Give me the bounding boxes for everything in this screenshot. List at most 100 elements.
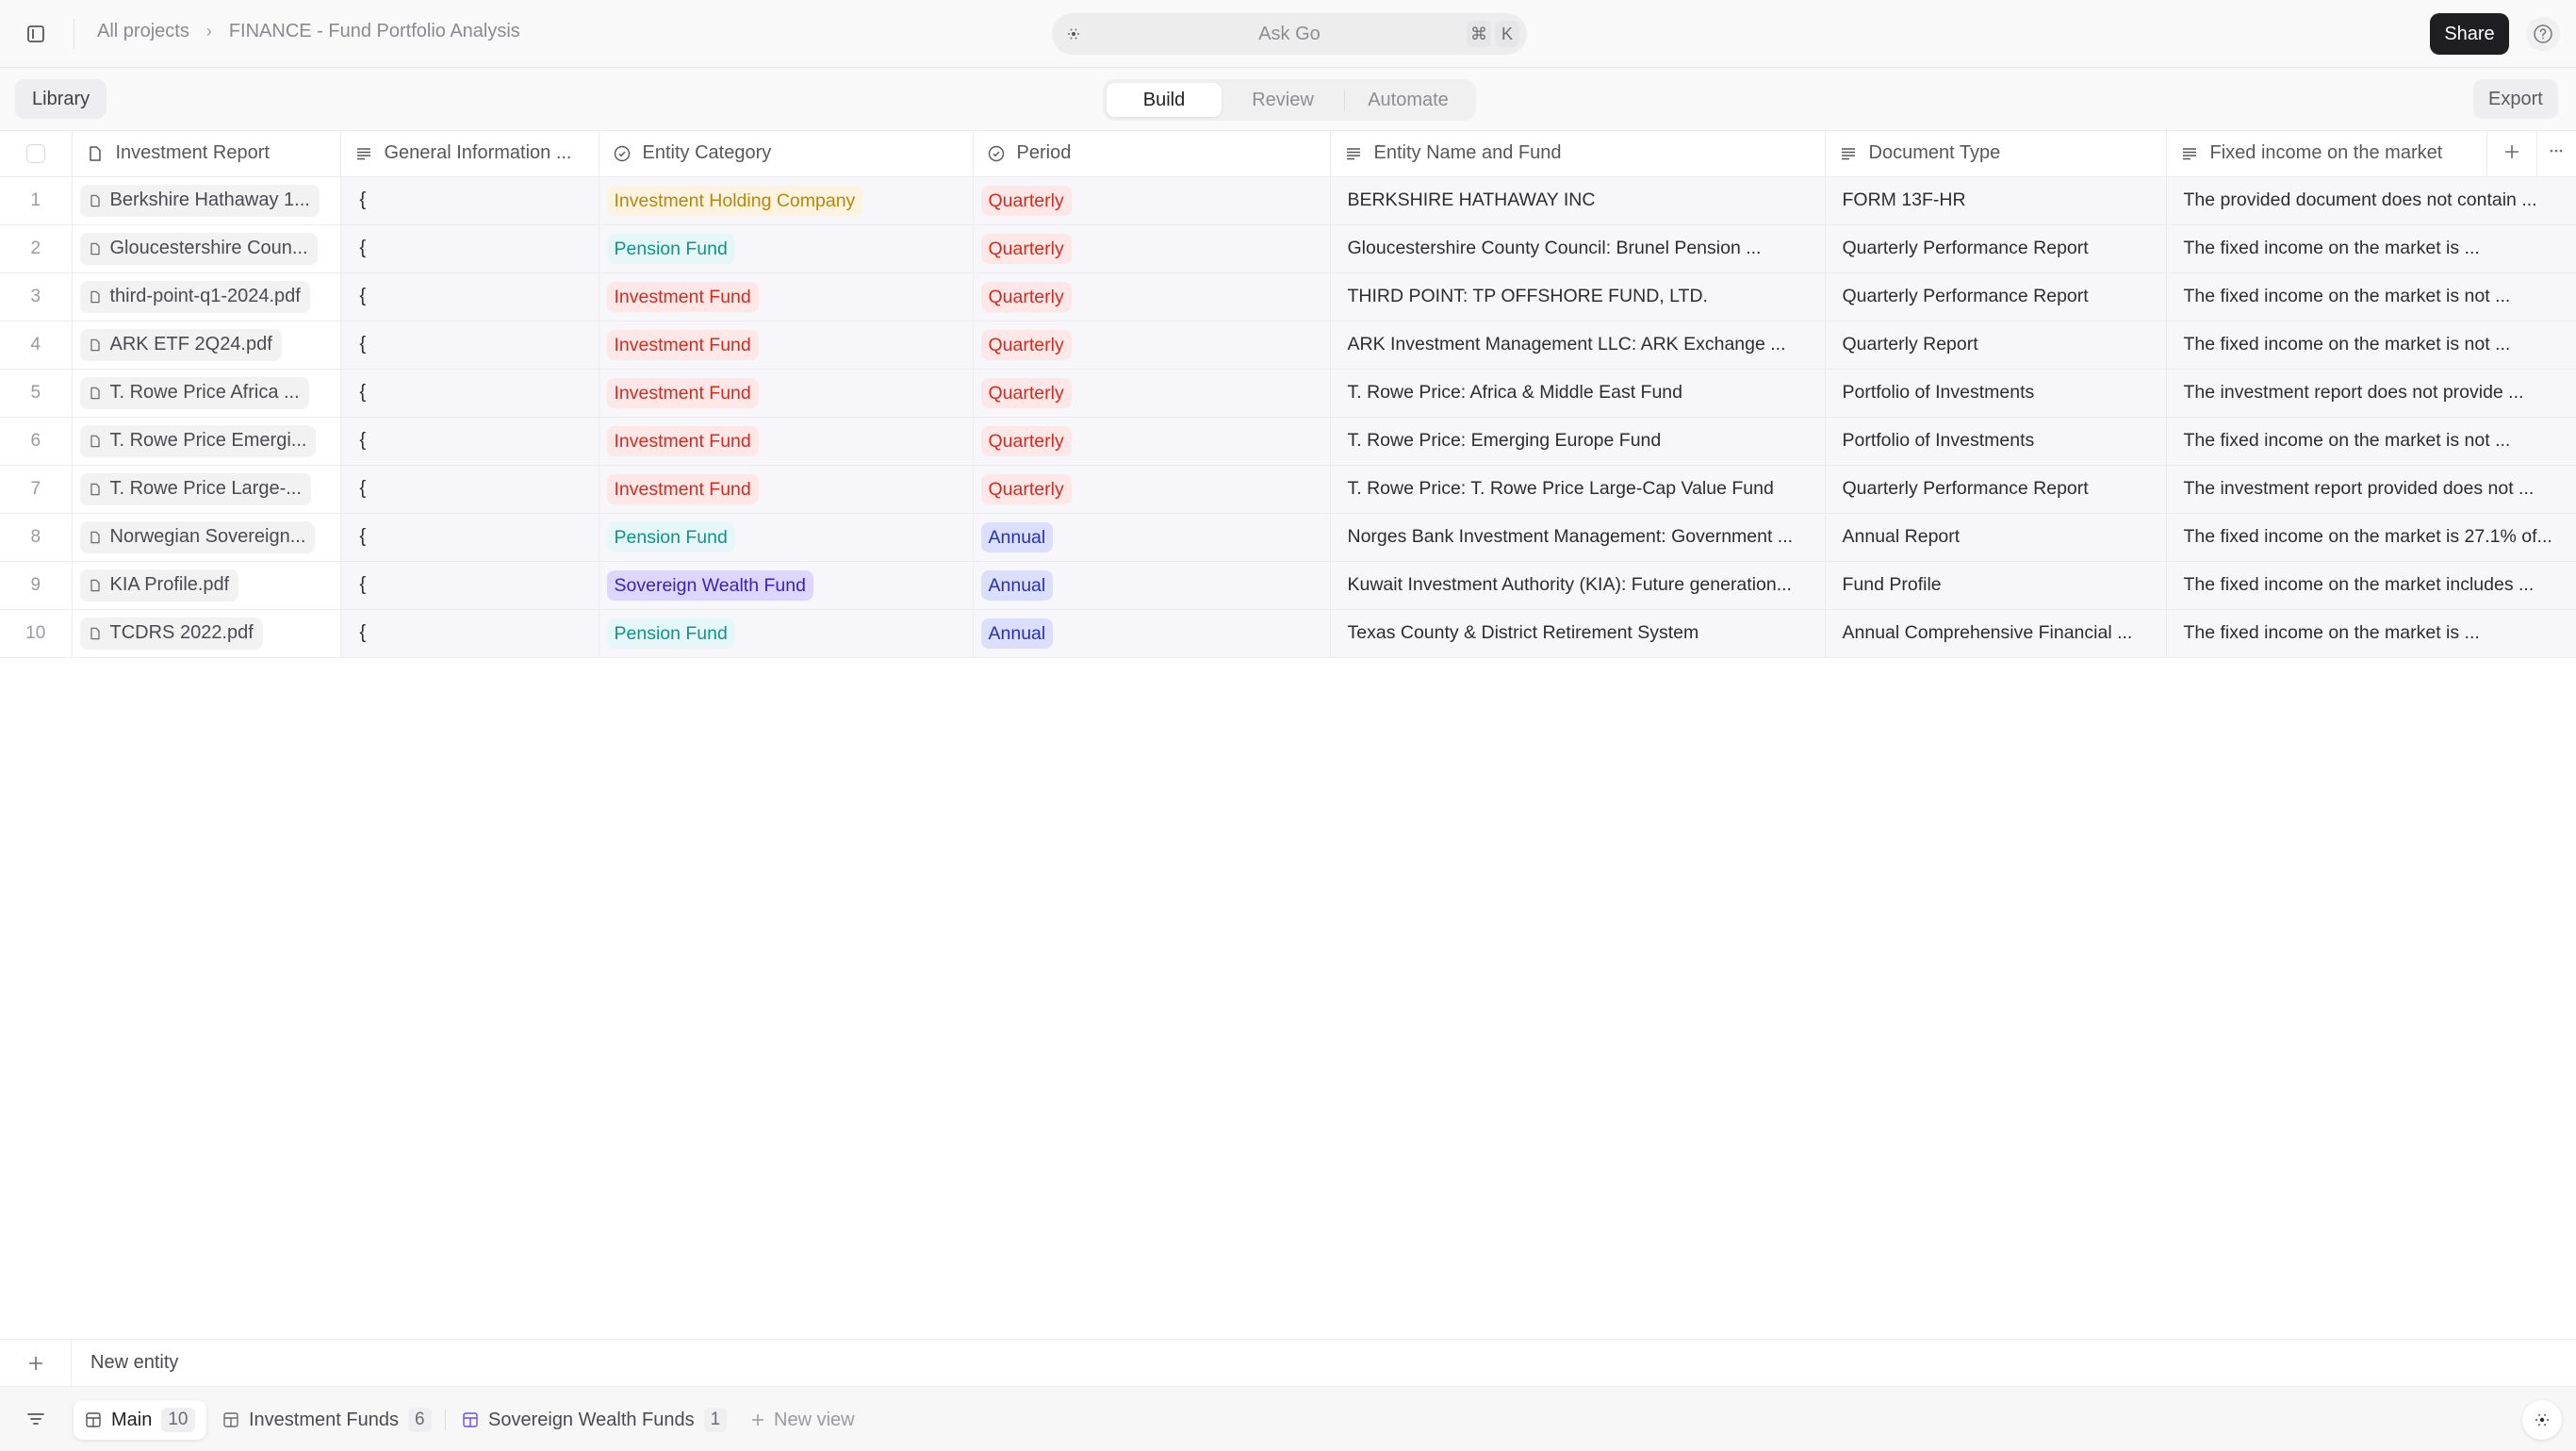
file-chip[interactable]: KIA Profile.pdf	[79, 569, 239, 602]
assistant-button[interactable]	[2522, 1400, 2562, 1440]
column-header[interactable]: Investment Report	[72, 131, 341, 177]
entity-name-cell[interactable]: T. Rowe Price: Emerging Europe Fund	[1330, 417, 1826, 466]
general-information-cell[interactable]: {	[340, 321, 599, 370]
fixed-income-cell[interactable]: The fixed income on the market is not ..…	[2166, 321, 2576, 370]
general-information-cell[interactable]: {	[340, 609, 599, 658]
period-cell[interactable]: Quarterly	[973, 465, 1331, 514]
document-type-cell[interactable]: Quarterly Performance Report	[1825, 224, 2167, 273]
entity-category-cell[interactable]: Pension Fund	[599, 224, 974, 273]
document-type-cell[interactable]: Quarterly Performance Report	[1825, 465, 2167, 514]
general-information-cell[interactable]: {	[340, 272, 599, 322]
general-information-cell[interactable]: {	[340, 465, 599, 514]
document-type-cell[interactable]: Quarterly Report	[1825, 321, 2167, 370]
investment-report-cell[interactable]: Norwegian Sovereign...	[72, 513, 341, 562]
period-cell[interactable]: Annual	[973, 513, 1331, 562]
entity-name-cell[interactable]: Norges Bank Investment Management: Gover…	[1330, 513, 1826, 562]
file-chip[interactable]: T. Rowe Price Large-...	[79, 472, 311, 505]
file-chip[interactable]: TCDRS 2022.pdf	[79, 617, 263, 650]
entity-category-cell[interactable]: Pension Fund	[599, 513, 974, 562]
tab-automate[interactable]: Automate	[1345, 83, 1471, 117]
file-chip[interactable]: T. Rowe Price Emergi...	[79, 424, 317, 457]
file-chip[interactable]: ARK ETF 2Q24.pdf	[79, 328, 282, 361]
file-chip[interactable]: third-point-q1-2024.pdf	[79, 280, 310, 313]
entity-name-cell[interactable]: ARK Investment Management LLC: ARK Excha…	[1330, 321, 1826, 370]
share-button[interactable]: Share	[2430, 13, 2509, 55]
general-information-cell[interactable]: {	[340, 417, 599, 466]
table-row[interactable]: 8 Norwegian Sovereign... { Pension Fund …	[0, 513, 2576, 562]
select-all-checkbox[interactable]	[25, 143, 45, 163]
investment-report-cell[interactable]: Gloucestershire Coun...	[72, 224, 341, 273]
period-cell[interactable]: Annual	[973, 609, 1331, 658]
tab-review[interactable]: Review	[1222, 83, 1344, 117]
file-chip[interactable]: T. Rowe Price Africa ...	[79, 376, 309, 409]
period-cell[interactable]: Quarterly	[973, 176, 1331, 225]
help-button[interactable]	[2526, 17, 2560, 51]
column-header[interactable]: Document Type	[1825, 131, 2167, 177]
fixed-income-cell[interactable]: The provided document does not contain .…	[2166, 176, 2576, 225]
table-row[interactable]: 2 Gloucestershire Coun... { Pension Fund…	[0, 224, 2576, 273]
breadcrumb-all-projects[interactable]: All projects	[97, 21, 189, 42]
column-header[interactable]: General Information ...	[340, 131, 599, 177]
investment-report-cell[interactable]: third-point-q1-2024.pdf	[72, 272, 341, 322]
table-row[interactable]: 10 TCDRS 2022.pdf { Pension Fund Annual …	[0, 609, 2576, 658]
general-information-cell[interactable]: {	[340, 224, 599, 273]
investment-report-cell[interactable]: T. Rowe Price Africa ...	[72, 369, 341, 418]
period-cell[interactable]: Quarterly	[973, 369, 1331, 418]
export-button[interactable]: Export	[2473, 79, 2558, 119]
view-tab-investment-funds[interactable]: Investment Funds 6	[211, 1400, 443, 1440]
file-chip[interactable]: Berkshire Hathaway 1...	[79, 184, 320, 217]
fixed-income-cell[interactable]: The fixed income on the market is ...	[2166, 609, 2576, 658]
investment-report-cell[interactable]: T. Rowe Price Emergi...	[72, 417, 341, 466]
fixed-income-cell[interactable]: The investment report does not provide .…	[2166, 369, 2576, 418]
column-header[interactable]: Fixed income on the market	[2166, 131, 2487, 177]
general-information-cell[interactable]: {	[340, 176, 599, 225]
ask-go-search[interactable]: Ask Go ⌘ K	[1052, 13, 1527, 55]
filter-icon[interactable]	[25, 1408, 47, 1430]
tab-build[interactable]: Build	[1107, 83, 1222, 117]
table-row[interactable]: 3 third-point-q1-2024.pdf { Investment F…	[0, 272, 2576, 322]
entity-category-cell[interactable]: Investment Holding Company	[599, 176, 974, 225]
entity-name-cell[interactable]: Texas County & District Retirement Syste…	[1330, 609, 1826, 658]
period-cell[interactable]: Quarterly	[973, 321, 1331, 370]
column-header[interactable]: Entity Category	[599, 131, 974, 177]
investment-report-cell[interactable]: Berkshire Hathaway 1...	[72, 176, 341, 225]
investment-report-cell[interactable]: T. Rowe Price Large-...	[72, 465, 341, 514]
entity-category-cell[interactable]: Investment Fund	[599, 321, 974, 370]
document-type-cell[interactable]: Fund Profile	[1825, 561, 2167, 610]
view-tab-sovereign-wealth-funds[interactable]: Sovereign Wealth Funds 1	[451, 1400, 738, 1440]
period-cell[interactable]: Quarterly	[973, 272, 1331, 322]
entity-name-cell[interactable]: BERKSHIRE HATHAWAY INC	[1330, 176, 1826, 225]
entity-category-cell[interactable]: Pension Fund	[599, 609, 974, 658]
add-column-button[interactable]	[2486, 131, 2537, 177]
entity-category-cell[interactable]: Investment Fund	[599, 369, 974, 418]
fixed-income-cell[interactable]: The investment report provided does not …	[2166, 465, 2576, 514]
sidebar-toggle-icon[interactable]	[25, 23, 47, 45]
entity-category-cell[interactable]: Investment Fund	[599, 465, 974, 514]
document-type-cell[interactable]: FORM 13F-HR	[1825, 176, 2167, 225]
column-options-button[interactable]	[2536, 131, 2576, 177]
fixed-income-cell[interactable]: The fixed income on the market is not ..…	[2166, 417, 2576, 466]
document-type-cell[interactable]: Quarterly Performance Report	[1825, 272, 2167, 322]
general-information-cell[interactable]: {	[340, 369, 599, 418]
document-type-cell[interactable]: Portfolio of Investments	[1825, 417, 2167, 466]
entity-name-cell[interactable]: Gloucestershire County Council: Brunel P…	[1330, 224, 1826, 273]
table-row[interactable]: 7 T. Rowe Price Large-... { Investment F…	[0, 465, 2576, 514]
library-button[interactable]: Library	[15, 79, 107, 119]
investment-report-cell[interactable]: ARK ETF 2Q24.pdf	[72, 321, 341, 370]
general-information-cell[interactable]: {	[340, 561, 599, 610]
table-row[interactable]: 5 T. Rowe Price Africa ... { Investment …	[0, 369, 2576, 418]
table-row[interactable]: 1 Berkshire Hathaway 1... { Investment H…	[0, 176, 2576, 225]
table-row[interactable]: 4 ARK ETF 2Q24.pdf { Investment Fund Qua…	[0, 321, 2576, 370]
period-cell[interactable]: Annual	[973, 561, 1331, 610]
fixed-income-cell[interactable]: The fixed income on the market is 27.1% …	[2166, 513, 2576, 562]
new-entity-row[interactable]: New entity	[0, 1339, 2576, 1387]
table-row[interactable]: 9 KIA Profile.pdf { Sovereign Wealth Fun…	[0, 561, 2576, 610]
file-chip[interactable]: Gloucestershire Coun...	[79, 232, 318, 265]
entity-category-cell[interactable]: Sovereign Wealth Fund	[599, 561, 974, 610]
fixed-income-cell[interactable]: The fixed income on the market is ...	[2166, 224, 2576, 273]
fixed-income-cell[interactable]: The fixed income on the market is not ..…	[2166, 272, 2576, 322]
period-cell[interactable]: Quarterly	[973, 417, 1331, 466]
general-information-cell[interactable]: {	[340, 513, 599, 562]
entity-category-cell[interactable]: Investment Fund	[599, 272, 974, 322]
entity-name-cell[interactable]: T. Rowe Price: T. Rowe Price Large-Cap V…	[1330, 465, 1826, 514]
